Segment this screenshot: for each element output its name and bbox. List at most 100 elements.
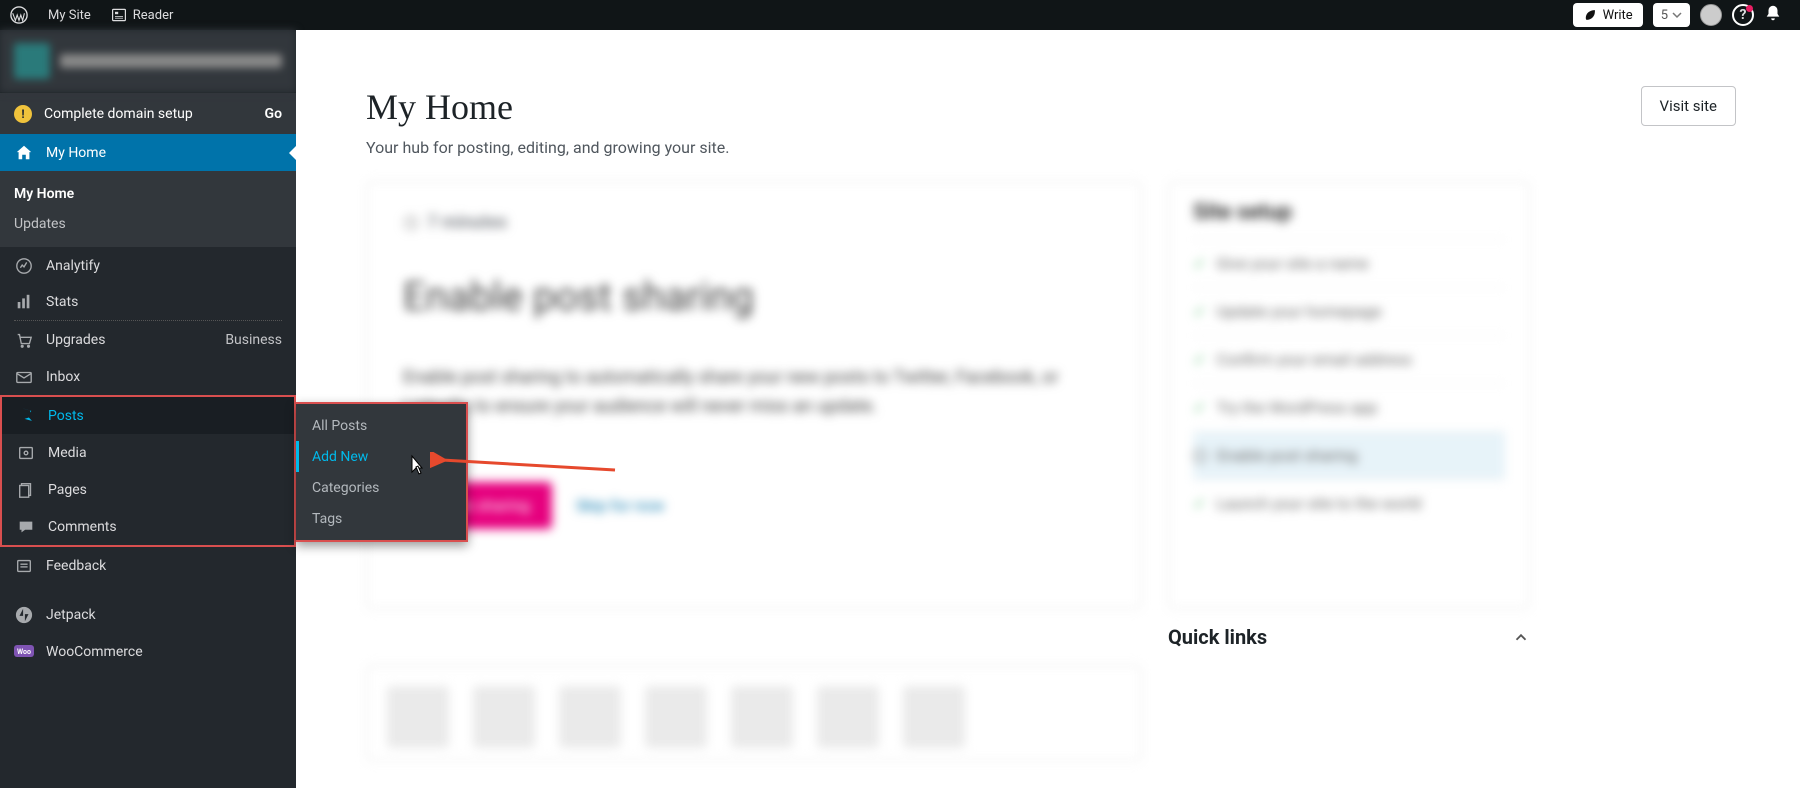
domain-setup-banner[interactable]: ! Complete domain setup Go <box>0 92 296 134</box>
sidebar-item-comments[interactable]: Comments <box>2 508 294 545</box>
placeholder-box <box>387 686 449 748</box>
placeholder-box <box>559 686 621 748</box>
quick-links-header[interactable]: Quick links <box>1168 625 1530 649</box>
highlighted-group: Posts Media Pages Comments <box>0 395 296 547</box>
pin-icon <box>16 407 36 425</box>
posts-flyout-menu: All Posts Add New Categories Tags <box>296 402 468 542</box>
visit-site-button[interactable]: Visit site <box>1641 86 1736 126</box>
submenu-updates[interactable]: Updates <box>0 209 296 239</box>
topbar-reader[interactable]: Reader <box>101 0 184 30</box>
inbox-label: Inbox <box>46 369 80 385</box>
placeholder-box <box>817 686 879 748</box>
flyout-all-posts[interactable]: All Posts <box>296 410 466 441</box>
clock-icon <box>403 215 419 231</box>
sidebar-item-stats[interactable]: Stats <box>0 284 296 321</box>
notifications-icon[interactable] <box>1764 4 1782 26</box>
setup-item-2[interactable]: ✓Confirm your email address <box>1193 335 1505 383</box>
site-switcher[interactable] <box>0 30 296 92</box>
wp-logo[interactable] <box>0 0 38 30</box>
sidebar-item-posts[interactable]: Posts <box>2 397 294 434</box>
placeholder-box <box>731 686 793 748</box>
submenu-my-home[interactable]: My Home <box>0 179 296 209</box>
sidebar-item-media[interactable]: Media <box>2 434 294 471</box>
home-icon <box>14 144 34 162</box>
main-content: My Home Your hub for posting, editing, a… <box>296 30 1800 788</box>
chevron-up-icon <box>1512 628 1530 646</box>
setup-item-3[interactable]: ✓Try the WordPress app <box>1193 383 1505 431</box>
stats-icon <box>14 293 34 311</box>
reader-label: Reader <box>133 8 174 23</box>
woocommerce-icon: Woo <box>14 645 34 659</box>
flyout-tags[interactable]: Tags <box>296 503 466 534</box>
sidebar-item-analytify[interactable]: Analytify <box>0 247 296 284</box>
page-title: My Home <box>366 86 729 128</box>
site-name-blurred <box>60 54 282 68</box>
feedback-icon <box>14 557 34 575</box>
count-pill[interactable]: 5 <box>1653 3 1690 27</box>
analytify-icon <box>14 257 34 275</box>
feedback-label: Feedback <box>46 558 106 574</box>
my-home-submenu: My Home Updates <box>0 171 296 247</box>
quick-links-label: Quick links <box>1168 625 1267 649</box>
setup-item-1[interactable]: ✓Update your homepage <box>1193 287 1505 335</box>
onboarding-card: 7 minutes Enable post sharing Enable pos… <box>366 181 1142 609</box>
upgrades-label: Upgrades <box>46 332 105 348</box>
analytify-label: Analytify <box>46 258 100 274</box>
card-heading: Enable post sharing <box>403 273 1105 320</box>
warning-icon: ! <box>14 105 32 123</box>
page-subtitle: Your hub for posting, editing, and growi… <box>366 138 729 157</box>
placeholder-box <box>903 686 965 748</box>
my-home-label: My Home <box>46 145 106 161</box>
chevron-down-icon <box>1672 10 1682 20</box>
media-icon <box>16 444 36 462</box>
sidebar-item-feedback[interactable]: Feedback <box>0 547 296 584</box>
help-icon[interactable]: ? <box>1732 4 1754 26</box>
wordpress-icon <box>10 6 28 24</box>
mail-icon <box>14 368 34 386</box>
comments-icon <box>16 518 36 536</box>
media-label: Media <box>48 445 87 461</box>
skip-link[interactable]: Skip for now <box>576 496 665 515</box>
setup-item-4[interactable]: Enable post sharing <box>1193 431 1505 479</box>
flyout-add-new[interactable]: Add New <box>296 441 466 472</box>
domain-setup-go[interactable]: Go <box>265 106 282 122</box>
cart-icon <box>14 331 34 349</box>
woocommerce-label: WooCommerce <box>46 644 143 660</box>
placeholder-box <box>473 686 535 748</box>
topbar-my-site[interactable]: My Site <box>38 0 101 30</box>
placeholder-box <box>645 686 707 748</box>
site-setup-card: Site setup ✓Give your site a name ✓Updat… <box>1168 181 1530 609</box>
domain-setup-text: Complete domain setup <box>44 106 253 122</box>
leaf-icon <box>1583 8 1597 22</box>
setup-item-0[interactable]: ✓Give your site a name <box>1193 239 1505 287</box>
admin-sidebar: ! Complete domain setup Go My Home My Ho… <box>0 30 296 788</box>
card-duration: 7 minutes <box>403 212 1105 233</box>
setup-item-5[interactable]: ✓Launch your site to the world <box>1193 479 1505 527</box>
posts-label: Posts <box>48 408 84 424</box>
comments-label: Comments <box>48 519 117 535</box>
pages-label: Pages <box>48 482 87 498</box>
site-setup-title: Site setup <box>1193 200 1505 225</box>
card-paragraph: Enable post sharing to automatically sha… <box>403 364 1105 422</box>
sidebar-item-woocommerce[interactable]: Woo WooCommerce <box>0 633 296 670</box>
secondary-card <box>366 665 1142 761</box>
count-value: 5 <box>1661 8 1668 23</box>
flyout-categories[interactable]: Categories <box>296 472 466 503</box>
write-button[interactable]: Write <box>1573 3 1643 27</box>
sidebar-item-my-home[interactable]: My Home <box>0 134 296 171</box>
reader-icon <box>111 7 127 23</box>
sidebar-item-jetpack[interactable]: Jetpack <box>0 596 296 633</box>
jetpack-icon <box>14 606 34 624</box>
sidebar-item-inbox[interactable]: Inbox <box>0 358 296 395</box>
stats-label: Stats <box>46 294 78 310</box>
radio-icon <box>1193 449 1207 463</box>
pages-icon <box>16 481 36 499</box>
avatar[interactable] <box>1700 4 1722 26</box>
sidebar-item-pages[interactable]: Pages <box>2 471 294 508</box>
site-thumbnail <box>14 43 50 79</box>
admin-topbar: My Site Reader Write 5 ? <box>0 0 1800 30</box>
sidebar-item-upgrades[interactable]: Upgrades Business <box>0 321 296 358</box>
jetpack-label: Jetpack <box>46 607 96 623</box>
write-label: Write <box>1603 8 1633 23</box>
upgrades-plan: Business <box>225 332 282 348</box>
